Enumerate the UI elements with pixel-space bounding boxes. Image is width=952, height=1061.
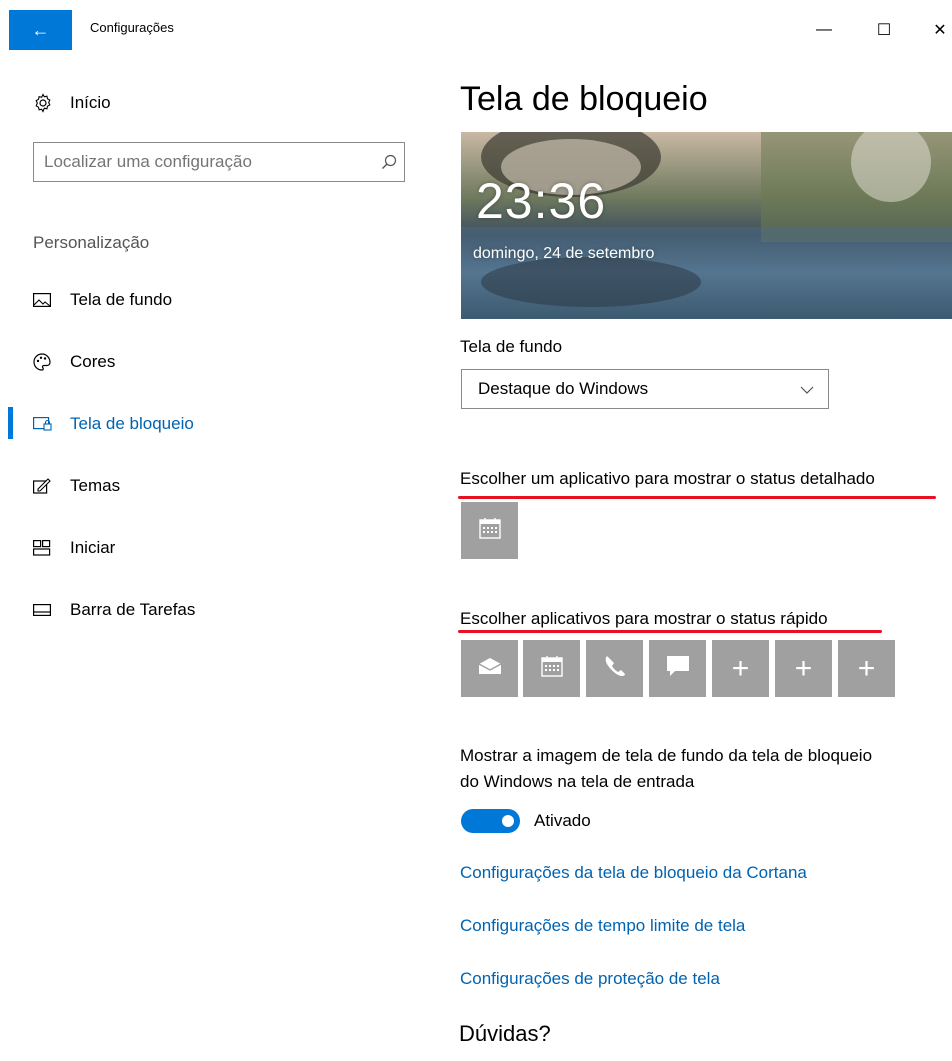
- maximize-icon: ☐: [876, 22, 892, 39]
- taskbar-icon: [33, 604, 55, 616]
- sidebar-item-label: Tela de fundo: [70, 290, 173, 309]
- sidebar-item-label: Iniciar: [70, 538, 116, 557]
- sidebar-item-lock-screen[interactable]: Tela de bloqueio: [33, 411, 194, 437]
- sidebar-item-colors[interactable]: Cores: [33, 349, 115, 375]
- calendar-icon: [478, 517, 501, 544]
- screen-saver-settings-link[interactable]: Configurações de proteção de tela: [460, 969, 720, 989]
- sidebar-home-label: Início: [70, 93, 111, 112]
- back-button[interactable]: ←: [9, 10, 72, 50]
- quick-status-tile-add[interactable]: +: [838, 640, 895, 697]
- back-arrow-icon: ←: [31, 19, 50, 40]
- background-dropdown[interactable]: Destaque do Windows: [461, 369, 829, 409]
- phone-icon: [603, 654, 627, 683]
- quick-status-label: Escolher aplicativos para mostrar o stat…: [460, 609, 828, 628]
- sidebar-item-taskbar[interactable]: Barra de Tarefas: [33, 597, 195, 623]
- show-background-description: Mostrar a imagem de tela de fundo da tel…: [460, 746, 873, 791]
- minimize-button[interactable]: —: [804, 12, 844, 48]
- close-icon: ✕: [933, 22, 947, 39]
- toggle-state-label: Ativado: [534, 811, 591, 830]
- picture-icon: [33, 293, 55, 307]
- maximize-button[interactable]: ☐: [864, 12, 904, 48]
- quick-status-tile-message[interactable]: [649, 640, 706, 697]
- toggle-knob: [502, 815, 514, 827]
- themes-icon: [33, 478, 55, 494]
- screen-timeout-settings-link[interactable]: Configurações de tempo limite de tela: [460, 916, 745, 936]
- title-bar: ← Configurações — ☐ ✕: [0, 0, 952, 56]
- lock-screen-preview: 23:36 domingo, 24 de setembro: [461, 132, 952, 319]
- help-title: Dúvidas?: [459, 1021, 551, 1046]
- show-background-toggle[interactable]: [461, 809, 520, 833]
- palette-icon: [33, 353, 55, 371]
- active-indicator: [8, 407, 13, 439]
- red-underline-annotation: [458, 630, 882, 633]
- detailed-status-tile[interactable]: [461, 502, 518, 559]
- sidebar-item-label: Tela de bloqueio: [70, 414, 194, 433]
- sidebar-item-label: Barra de Tarefas: [70, 600, 196, 619]
- search-input[interactable]: [34, 151, 374, 173]
- quick-status-tile-add[interactable]: +: [712, 640, 769, 697]
- start-icon: [33, 540, 55, 556]
- mail-icon: [478, 657, 502, 680]
- red-underline-annotation: [458, 496, 936, 499]
- gear-icon: [33, 93, 55, 113]
- sidebar-item-label: Cores: [70, 352, 116, 371]
- page-title: Tela de bloqueio: [460, 80, 708, 118]
- background-label: Tela de fundo: [460, 337, 563, 356]
- preview-time: 23:36: [476, 173, 607, 229]
- plus-icon: +: [857, 651, 876, 685]
- quick-status-tile-phone[interactable]: [586, 640, 643, 697]
- preview-date: domingo, 24 de setembro: [473, 245, 655, 262]
- sidebar-item-start[interactable]: Iniciar: [33, 535, 115, 561]
- calendar-icon: [540, 655, 563, 682]
- message-icon: [666, 655, 690, 682]
- sidebar-item-label: Temas: [70, 476, 121, 495]
- quick-status-tile-calendar[interactable]: [523, 640, 580, 697]
- quick-status-tile-add[interactable]: +: [775, 640, 832, 697]
- section-label-personalization: Personalização: [33, 233, 150, 252]
- detailed-status-label: Escolher um aplicativo para mostrar o st…: [460, 469, 875, 488]
- sidebar-home[interactable]: Início: [33, 90, 111, 116]
- lock-screen-icon: [33, 417, 55, 431]
- background-dropdown-value: Destaque do Windows: [478, 379, 649, 398]
- chevron-down-icon: [800, 379, 814, 399]
- minimize-icon: —: [816, 21, 832, 38]
- plus-icon: +: [731, 651, 750, 685]
- sidebar-item-themes[interactable]: Temas: [33, 473, 120, 499]
- cortana-lock-settings-link[interactable]: Configurações da tela de bloqueio da Cor…: [460, 863, 807, 883]
- sidebar-item-background[interactable]: Tela de fundo: [33, 287, 172, 313]
- search-box[interactable]: [33, 142, 405, 182]
- quick-status-tile-mail[interactable]: [461, 640, 518, 697]
- close-button[interactable]: ✕: [920, 12, 952, 48]
- app-title: Configurações: [90, 20, 174, 35]
- plus-icon: +: [794, 651, 813, 685]
- search-icon[interactable]: [374, 154, 404, 170]
